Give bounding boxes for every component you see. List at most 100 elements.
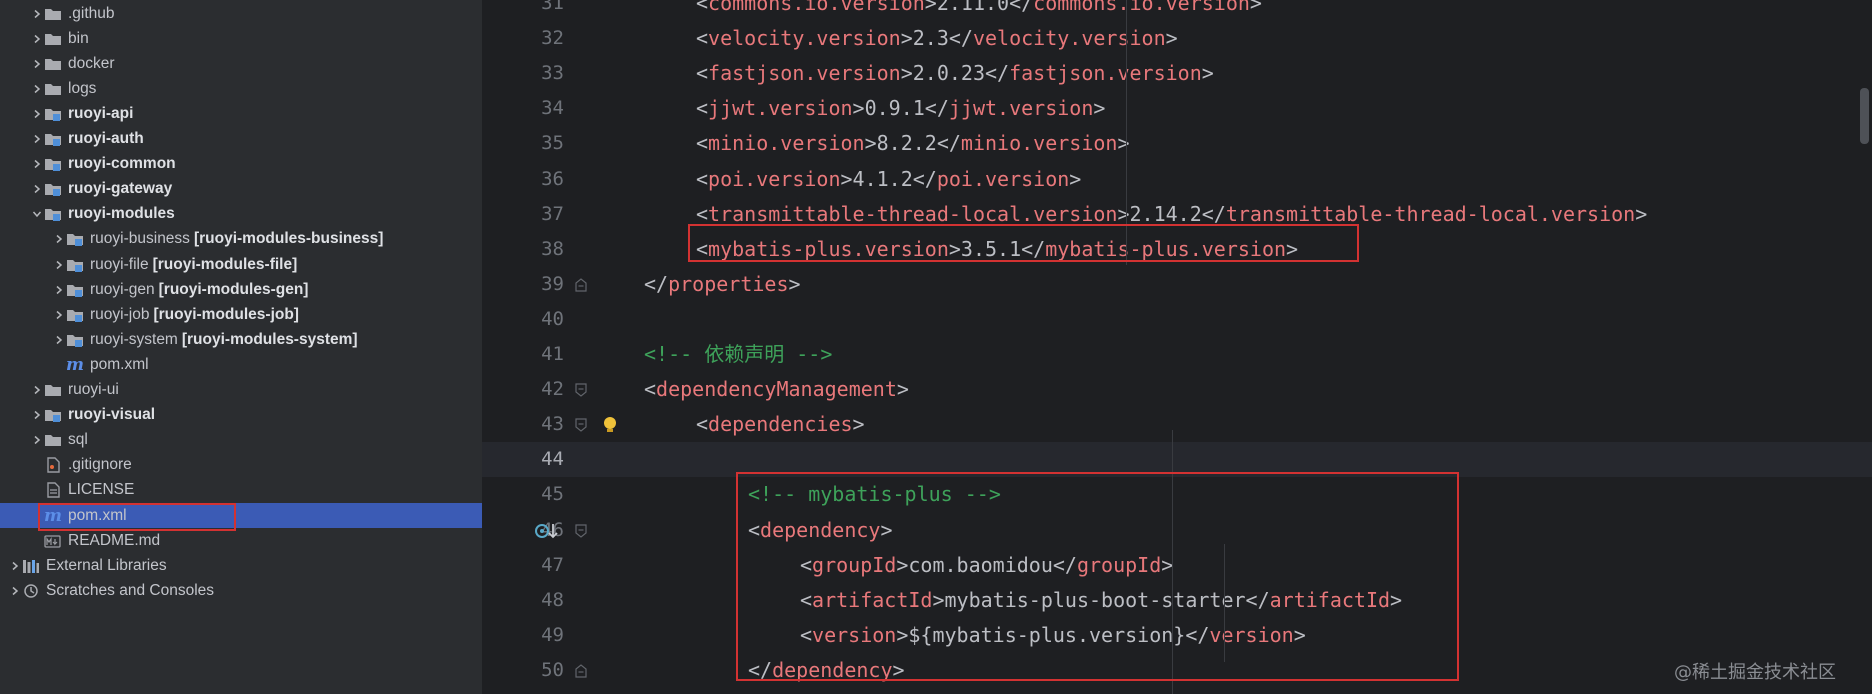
tree-item-logs[interactable]: logs bbox=[0, 76, 482, 101]
chevron-right-icon[interactable] bbox=[30, 26, 44, 51]
code-line-45[interactable]: 45 <!-- mybatis-plus --> bbox=[482, 477, 1872, 512]
code-text: <mybatis-plus.version>3.5.1</mybatis-plu… bbox=[696, 232, 1298, 267]
code-text: <groupId>com.baomidou</groupId> bbox=[800, 548, 1173, 583]
tree-item-scratches-and-consoles[interactable]: Scratches and Consoles bbox=[0, 578, 482, 603]
chevron-right-icon[interactable] bbox=[30, 177, 44, 202]
chevron-right-icon[interactable] bbox=[52, 302, 66, 327]
chevron-right-icon[interactable] bbox=[30, 1, 44, 26]
tree-item-ruoyi-system[interactable]: ruoyi-system [ruoyi-modules-system] bbox=[0, 327, 482, 352]
tree-item-label: ruoyi-business bbox=[90, 230, 190, 248]
tree-item-gitignore[interactable]: .gitignore bbox=[0, 453, 482, 478]
tree-item-ruoyi-api[interactable]: ruoyi-api bbox=[0, 101, 482, 126]
xml-comment: <!-- 依赖声明 --> bbox=[644, 342, 833, 366]
chevron-down-icon[interactable] bbox=[30, 202, 44, 227]
code-line-32[interactable]: 32 <velocity.version>2.3</velocity.versio… bbox=[482, 21, 1872, 56]
text-file-icon bbox=[44, 481, 64, 499]
xml-tag-name: minio.version bbox=[960, 131, 1118, 156]
tree-item-readme-md[interactable]: README.md bbox=[0, 528, 482, 553]
tree-item-bin[interactable]: bin bbox=[0, 26, 482, 51]
chevron-right-icon[interactable] bbox=[30, 403, 44, 428]
tree-item-ruoyi-auth[interactable]: ruoyi-auth bbox=[0, 127, 482, 152]
tree-item-ruoyi-file[interactable]: ruoyi-file [ruoyi-modules-file] bbox=[0, 252, 482, 277]
scrollbar-thumb[interactable] bbox=[1860, 88, 1869, 144]
line-number: 44 bbox=[541, 448, 564, 471]
chevron-right-icon[interactable] bbox=[30, 428, 44, 453]
indent-guide bbox=[1224, 544, 1225, 662]
code-editor[interactable]: 31 <commons.io.version>2.11.0</commons.io… bbox=[482, 0, 1872, 694]
code-line-33[interactable]: 33 <fastjson.version>2.0.23</fastjson.ver… bbox=[482, 56, 1872, 91]
tree-item-label: ruoyi-file bbox=[90, 255, 149, 273]
line-number: 42 bbox=[541, 378, 564, 401]
chevron-right-icon[interactable] bbox=[8, 578, 22, 603]
xml-text: < bbox=[696, 0, 709, 15]
tree-item-license[interactable]: LICENSE bbox=[0, 478, 482, 503]
tree-item-pom-xml[interactable]: m pom.xml bbox=[0, 503, 482, 528]
vertical-scrollbar[interactable] bbox=[1856, 0, 1872, 694]
chevron-right-icon[interactable] bbox=[52, 227, 66, 252]
code-line-43[interactable]: 43 <dependencies> bbox=[482, 407, 1872, 442]
code-line-39[interactable]: 39 </properties> bbox=[482, 267, 1872, 302]
tree-arrow-spacer bbox=[30, 453, 44, 478]
tree-item-sql[interactable]: sql bbox=[0, 428, 482, 453]
tree-item-label: .github bbox=[68, 4, 115, 22]
code-line-41[interactable]: 41 <!-- 依赖声明 --> bbox=[482, 337, 1872, 372]
tree-item-ruoyi-ui[interactable]: ruoyi-ui bbox=[0, 378, 482, 403]
code-line-46[interactable]: 46 <dependency> bbox=[482, 513, 1872, 548]
code-line-51[interactable]: 51 bbox=[482, 688, 1872, 694]
module-folder-icon bbox=[44, 105, 64, 123]
chevron-right-icon[interactable] bbox=[30, 152, 44, 177]
code-line-37[interactable]: 37 <transmittable-thread-local.version>2.… bbox=[482, 197, 1872, 232]
tree-item-ruoyi-business[interactable]: ruoyi-business [ruoyi-modules-business] bbox=[0, 227, 482, 252]
maven-dependency-gutter-icon[interactable] bbox=[534, 521, 558, 541]
chevron-right-icon[interactable] bbox=[52, 252, 66, 277]
code-line-31[interactable]: 31 <commons.io.version>2.11.0</commons.io… bbox=[482, 0, 1872, 21]
chevron-right-icon[interactable] bbox=[52, 277, 66, 302]
code-line-35[interactable]: 35 <minio.version>8.2.2</minio.version> bbox=[482, 126, 1872, 161]
code-line-50[interactable]: 50 </dependency> bbox=[482, 653, 1872, 688]
chevron-right-icon[interactable] bbox=[8, 553, 22, 578]
code-line-47[interactable]: 47 <groupId>com.baomidou</groupId> bbox=[482, 548, 1872, 583]
tree-item-ruoyi-visual[interactable]: ruoyi-visual bbox=[0, 403, 482, 428]
tree-item-ruoyi-job[interactable]: ruoyi-job [ruoyi-modules-job] bbox=[0, 302, 482, 327]
xml-text: >4.1.2</ bbox=[840, 166, 937, 191]
xml-text: < bbox=[696, 412, 709, 437]
fold-marker-icon[interactable] bbox=[574, 523, 588, 539]
code-line-42[interactable]: 42 <dependencyManagement> bbox=[482, 372, 1872, 407]
code-line-48[interactable]: 48 <artifactId>mybatis-plus-boot-starter<… bbox=[482, 583, 1872, 618]
code-line-36[interactable]: 36 <poi.version>4.1.2</poi.version> bbox=[482, 162, 1872, 197]
code-line-34[interactable]: 34 <jjwt.version>0.9.1</jjwt.version> bbox=[482, 91, 1872, 126]
chevron-right-icon[interactable] bbox=[30, 101, 44, 126]
tree-arrow-spacer bbox=[30, 503, 44, 528]
chevron-right-icon[interactable] bbox=[52, 327, 66, 352]
project-tree: .github bin docker logs ruoyi-api ruoyi-auth r… bbox=[0, 0, 482, 694]
fold-marker-icon[interactable] bbox=[574, 417, 588, 433]
code-line-44[interactable]: 44 bbox=[482, 442, 1872, 478]
code-text: <jjwt.version>0.9.1</jjwt.version> bbox=[696, 91, 1105, 126]
code-text: <dependency> bbox=[748, 513, 893, 548]
fold-marker-icon[interactable] bbox=[574, 277, 588, 293]
module-folder-icon bbox=[66, 306, 86, 324]
chevron-right-icon[interactable] bbox=[30, 51, 44, 76]
tree-item-ruoyi-gen[interactable]: ruoyi-gen [ruoyi-modules-gen] bbox=[0, 277, 482, 302]
intention-bulb-icon[interactable] bbox=[601, 415, 619, 435]
tree-item-ruoyi-gateway[interactable]: ruoyi-gateway bbox=[0, 177, 482, 202]
xml-tag-name: jjwt.version bbox=[948, 96, 1094, 121]
chevron-right-icon[interactable] bbox=[30, 76, 44, 101]
scratches-icon bbox=[22, 582, 42, 600]
chevron-right-icon[interactable] bbox=[30, 127, 44, 152]
fold-marker-icon[interactable] bbox=[574, 382, 588, 398]
tree-item-ruoyi-modules[interactable]: ruoyi-modules bbox=[0, 202, 482, 227]
chevron-right-icon[interactable] bbox=[30, 378, 44, 403]
tree-item-label: docker bbox=[68, 54, 115, 72]
code-line-40[interactable]: 40 bbox=[482, 302, 1872, 337]
tree-item-label: External Libraries bbox=[46, 556, 167, 574]
xml-text: > bbox=[1390, 587, 1403, 612]
tree-item-github[interactable]: .github bbox=[0, 1, 482, 26]
code-line-38[interactable]: 38 <mybatis-plus.version>3.5.1</mybatis-p… bbox=[482, 232, 1872, 267]
tree-item-external-libraries[interactable]: External Libraries bbox=[0, 553, 482, 578]
code-line-49[interactable]: 49 <version>${mybatis-plus.version}</vers… bbox=[482, 618, 1872, 653]
tree-item-pom-xml[interactable]: m pom.xml bbox=[0, 352, 482, 377]
fold-marker-icon[interactable] bbox=[574, 663, 588, 679]
tree-item-ruoyi-common[interactable]: ruoyi-common bbox=[0, 152, 482, 177]
tree-item-docker[interactable]: docker bbox=[0, 51, 482, 76]
